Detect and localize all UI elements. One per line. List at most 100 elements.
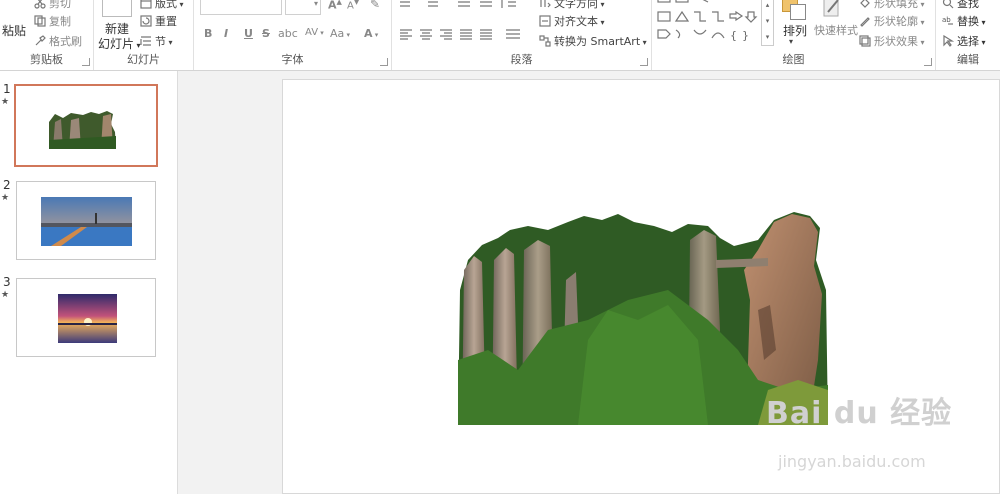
shadow-button[interactable]: abc <box>278 27 298 40</box>
text-direction-button[interactable]: 文字方向 ▾ <box>539 0 605 11</box>
font-group: ▾ A▲ A▼ ✎ B I U S abc AV ▾ Aa ▾ A ▾ 字体 <box>194 0 392 70</box>
paint-bucket-icon <box>860 0 870 8</box>
pen-icon <box>860 17 870 27</box>
quick-styles-button[interactable]: 快速样式 <box>814 22 858 38</box>
smartart-icon <box>539 35 551 47</box>
slides-group-label: 幻灯片 <box>127 53 160 66</box>
convert-smartart-button[interactable]: 转换为 SmartArt ▾ <box>539 33 647 49</box>
slide-thumbnail-1[interactable] <box>14 84 158 167</box>
shape-fill-button[interactable]: 形状填充 ▾ <box>859 0 925 11</box>
clipboard-launcher-icon[interactable] <box>82 58 90 66</box>
format-painter-label: 格式刷 <box>49 35 82 48</box>
baidu-watermark-url: jingyan.baidu.com <box>778 452 926 471</box>
find-icon <box>942 0 954 9</box>
font-launcher-icon[interactable] <box>380 58 388 66</box>
replace-button[interactable]: ab 替换 ▾ <box>942 13 986 29</box>
shapes-gallery[interactable]: {} <box>656 0 768 44</box>
font-group-label: 字体 <box>281 53 304 66</box>
baidu-watermark-logo: Bai du 经验 <box>766 396 953 431</box>
slide-thumbnail-panel: 1 ★ 2 ★ 3 ★ <box>0 71 178 494</box>
align-text-button[interactable]: 对齐文本 ▾ <box>539 13 605 29</box>
thumbnail-image-sunset <box>58 294 117 343</box>
strikethrough-button[interactable]: S <box>262 27 270 40</box>
arrange-dropdown-icon[interactable]: ▾ <box>789 37 793 46</box>
copy-label: 复制 <box>49 15 71 28</box>
clipboard-group: 粘贴 剪切 复制 格式刷 剪贴板 <box>0 0 94 70</box>
quick-styles-icon <box>822 0 842 18</box>
shape-fill-label: 形状填充 <box>874 0 918 10</box>
slide-thumbnail-2[interactable] <box>16 181 156 260</box>
drawing-group: {} ▴ ▾ ▾ 排列 ▾ 快速样式 形状填充 ▾ 形状轮廓 ▾ 形状效果 ▾ 绘图 <box>652 0 936 70</box>
svg-text:{: { <box>730 29 737 42</box>
reset-label: 重置 <box>155 15 177 28</box>
thumbnail-number: 3 <box>3 275 11 289</box>
slides-group: 新建 幻灯片 ▾ 版式 ▾ 重置 节 ▾ 幻灯片 <box>94 0 194 70</box>
font-color-label: A <box>364 27 373 40</box>
thumbnail-number: 1 <box>3 82 11 96</box>
find-button[interactable]: 查找 <box>942 0 979 11</box>
shape-effects-label: 形状效果 <box>874 35 918 48</box>
character-spacing-button[interactable]: AV ▾ <box>305 27 324 38</box>
alignment-icons[interactable] <box>398 28 528 40</box>
thumbnail-image-cliff <box>49 111 116 149</box>
align-text-icon <box>539 15 551 27</box>
shape-outline-button[interactable]: 形状轮廓 ▾ <box>859 13 925 29</box>
underline-button[interactable]: U <box>244 27 253 40</box>
cut-label: 剪切 <box>49 0 71 10</box>
animation-star-icon: ★ <box>1 193 10 203</box>
reset-button[interactable]: 重置 <box>140 13 177 29</box>
text-direction-label: 文字方向 <box>554 0 598 10</box>
new-slide-label-2: 幻灯片 <box>98 37 135 51</box>
list-indent-icons[interactable] <box>398 0 518 12</box>
paragraph-group-label: 段落 <box>510 53 533 66</box>
layout-label: 版式 <box>155 0 177 10</box>
drawing-launcher-icon[interactable] <box>924 58 932 66</box>
cursor-icon <box>943 35 954 47</box>
replace-icon: ab <box>942 16 953 25</box>
change-case-button[interactable]: Aa ▾ <box>330 27 350 40</box>
layout-icon <box>140 0 152 9</box>
clipboard-group-label: 剪贴板 <box>30 53 63 66</box>
clear-format-icon[interactable]: ✎ <box>370 0 380 11</box>
animation-star-icon: ★ <box>1 290 10 300</box>
bold-button[interactable]: B <box>204 27 212 40</box>
replace-label: 替换 <box>957 15 979 28</box>
select-button[interactable]: 选择 ▾ <box>942 33 986 49</box>
ribbon: 粘贴 剪切 复制 格式刷 剪贴板 新建 幻灯片 ▾ 版式 ▾ 重置 节 ▾ 幻灯… <box>0 0 1000 71</box>
svg-text:}: } <box>742 29 749 42</box>
cut-button[interactable]: 剪切 <box>34 0 71 11</box>
layout-button[interactable]: 版式 ▾ <box>140 0 184 11</box>
section-button[interactable]: 节 ▾ <box>140 33 173 49</box>
format-painter-button[interactable]: 格式刷 <box>34 33 82 49</box>
thumbnail-image-harbor <box>41 197 132 246</box>
editing-group: 查找 ab 替换 ▾ 选择 ▾ 编辑 <box>936 0 1000 70</box>
paste-button[interactable]: 粘贴 <box>2 22 26 39</box>
grow-font-button[interactable]: A▲ <box>328 0 342 12</box>
paragraph-launcher-icon[interactable] <box>640 58 648 66</box>
slide-thumbnail-3[interactable] <box>16 278 156 357</box>
shrink-font-button[interactable]: A▼ <box>347 0 359 11</box>
font-name-box[interactable] <box>200 0 282 15</box>
svg-text:ab: ab <box>942 16 951 24</box>
arrange-button[interactable]: 排列 <box>783 22 807 39</box>
section-label: 节 <box>155 35 166 48</box>
brush-icon <box>35 35 46 46</box>
font-color-button[interactable]: A ▾ <box>364 27 378 40</box>
thumbnail-number: 2 <box>3 178 11 192</box>
select-label: 选择 <box>957 35 979 48</box>
shapes-more-icon[interactable]: ▴ ▾ ▾ <box>761 0 774 46</box>
new-slide-button[interactable]: 幻灯片 ▾ <box>98 35 141 52</box>
find-label: 查找 <box>957 0 979 10</box>
text-direction-icon <box>540 0 551 8</box>
character-spacing-label: AV <box>305 27 319 38</box>
italic-button[interactable]: I <box>224 27 228 40</box>
copy-button[interactable]: 复制 <box>34 13 71 29</box>
editing-group-label: 编辑 <box>957 53 979 66</box>
shape-effects-button[interactable]: 形状效果 ▾ <box>859 33 925 49</box>
new-slide-icon <box>102 0 132 17</box>
paragraph-group: 文字方向 ▾ 对齐文本 ▾ 转换为 SmartArt ▾ 段落 <box>392 0 652 70</box>
section-icon <box>140 36 151 46</box>
font-size-box[interactable]: ▾ <box>285 0 321 15</box>
shape-outline-label: 形状轮廓 <box>874 15 918 28</box>
copy-icon <box>34 15 46 27</box>
